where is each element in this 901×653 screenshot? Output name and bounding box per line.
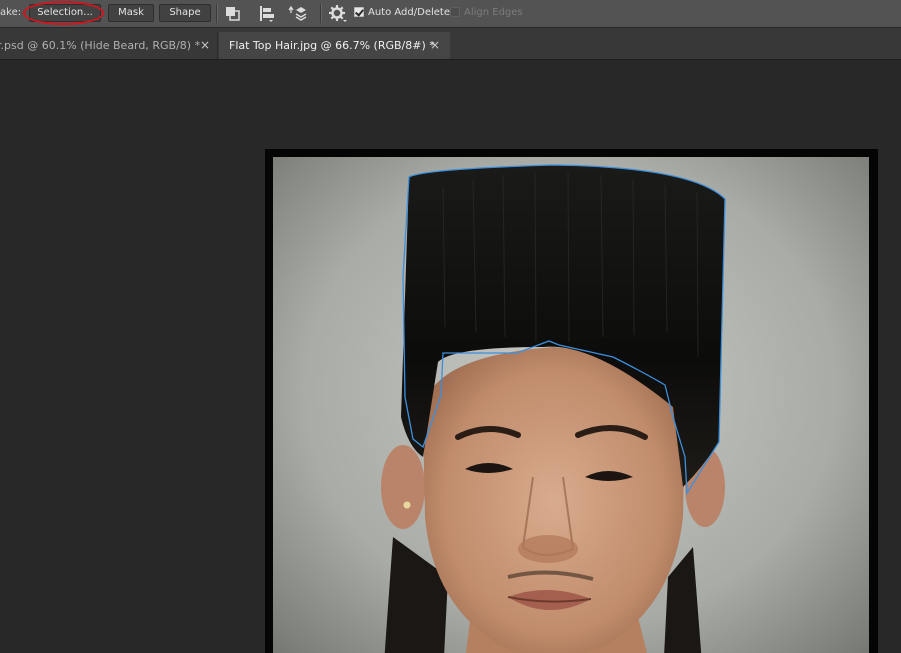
canvas-workspace[interactable] xyxy=(0,60,901,653)
make-label: ake: xyxy=(0,7,22,18)
tab-document-flat-top-hair[interactable]: Flat Top Hair.jpg @ 66.7% (RGB/8#) * × xyxy=(219,32,450,59)
document-tab-bar: r.psd @ 60.1% (Hide Beard, RGB/8) * × Fl… xyxy=(0,28,901,60)
make-shape-button[interactable]: Shape xyxy=(159,4,211,22)
path-operations-icon[interactable] xyxy=(223,4,243,23)
make-mask-button[interactable]: Mask xyxy=(108,4,154,22)
align-edges-checkbox xyxy=(450,7,460,17)
tab-title: Flat Top Hair.jpg @ 66.7% (RGB/8#) * xyxy=(229,39,435,52)
tab-document-psd[interactable]: r.psd @ 60.1% (Hide Beard, RGB/8) * × xyxy=(0,32,218,59)
path-arrangement-icon[interactable] xyxy=(288,4,308,23)
gear-icon[interactable] xyxy=(328,4,348,23)
close-tab-icon[interactable]: × xyxy=(430,32,440,59)
auto-add-delete-label: Auto Add/Delete xyxy=(368,7,450,18)
make-selection-button[interactable]: Selection... xyxy=(29,4,101,22)
options-bar: ake: Selection... Mask Shape Auto Add/De… xyxy=(0,0,901,28)
portrait-photo[interactable] xyxy=(273,157,869,653)
photoshop-window: ake: Selection... Mask Shape Auto Add/De… xyxy=(0,0,901,653)
align-edges-label: Align Edges xyxy=(464,7,523,18)
toolbar-separator xyxy=(320,4,322,23)
auto-add-delete-checkbox[interactable] xyxy=(354,7,364,17)
tab-title: r.psd @ 60.1% (Hide Beard, RGB/8) * xyxy=(0,39,201,52)
path-alignment-icon[interactable] xyxy=(257,4,277,23)
close-tab-icon[interactable]: × xyxy=(200,32,210,59)
toolbar-separator xyxy=(216,4,218,23)
